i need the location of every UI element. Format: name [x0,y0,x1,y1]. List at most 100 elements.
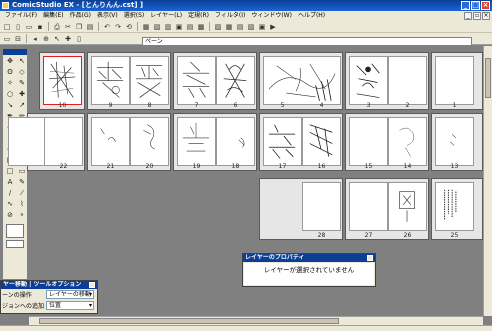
doc-restore-icon[interactable]: ▫ [473,12,481,20]
layer-panel-icon[interactable]: ▧ [246,22,256,32]
hand-icon[interactable]: ✚ [63,34,73,44]
page-thumbnail[interactable] [177,56,216,105]
doc-minimize-icon[interactable]: _ [464,12,472,20]
page-thumbnail[interactable] [435,117,474,166]
magic-wand-tool-icon[interactable]: ✧ [4,78,16,89]
page-view-icon[interactable]: ▭ [2,34,12,44]
paste-icon[interactable]: ▤ [85,22,95,32]
layer-icon[interactable]: ▧ [152,22,162,32]
menu-filter[interactable]: フィルタ(I) [212,11,248,21]
cut-icon[interactable]: ✂ [63,22,73,32]
shape-tool-icon[interactable]: □ [4,166,16,177]
select-pen-tool-icon[interactable]: ✎ [16,78,28,89]
new-file-icon[interactable]: □ [2,22,12,32]
page-thumbnail[interactable] [435,56,474,105]
maximize-icon[interactable]: □ [471,1,480,10]
panel-icon[interactable]: ▨ [213,22,223,32]
menu-layer[interactable]: レイヤー(L) [147,11,185,21]
page-thumbnail[interactable] [263,117,302,166]
horizontal-scroll-thumb[interactable] [39,318,339,324]
view-icon[interactable]: ▩ [196,22,206,32]
vertical-scrollbar[interactable] [483,46,492,316]
story-icon[interactable]: ▦ [224,22,234,32]
page-thumbnail[interactable] [44,117,83,166]
page-thumbnail[interactable] [349,182,388,231]
page-thumbnail[interactable] [91,56,130,105]
page-thumbnail[interactable] [91,117,130,166]
zoom-tool-icon[interactable]: ○ [4,89,16,100]
prev-arrow-icon[interactable]: ◂ [30,34,40,44]
page-thumbnail[interactable] [388,117,427,166]
page-thumbnail[interactable] [263,56,341,105]
page-thumbnail[interactable] [302,182,341,231]
page-thumbnail[interactable] [388,182,427,231]
page-thumbnail[interactable] [349,56,388,105]
rotate-tool-icon[interactable]: ↗ [16,100,28,111]
hand-tool-icon[interactable]: ✚ [16,89,28,100]
grid-icon[interactable]: ▦ [141,22,151,32]
new-page-icon[interactable]: ▯ [13,22,23,32]
play-icon[interactable]: ▶ [268,22,278,32]
spread-view-icon[interactable]: ⊟ [13,34,23,44]
text-tool-icon[interactable]: A [4,177,16,188]
object-select-tool-icon[interactable]: ↖ [16,56,28,67]
line-tool-icon[interactable]: ⁄ [16,188,28,199]
menu-select[interactable]: 選択(S) [121,11,148,21]
menu-file[interactable]: ファイル(F) [2,11,40,21]
eyedropper-tool-icon[interactable]: ↘ [4,100,16,111]
zoom-icon[interactable]: ⊕ [41,34,51,44]
ruler-icon[interactable]: ▤ [185,22,195,32]
tool-option-title[interactable]: ヤー移動 | ツールオプション [3,281,81,288]
color-swatch[interactable] [6,224,24,238]
page-thumbnail[interactable] [8,117,47,166]
close-icon[interactable] [89,282,95,288]
doc-close-icon[interactable]: × [482,12,490,20]
text-icon[interactable]: ▤ [235,22,245,32]
page-icon[interactable]: ▥ [163,22,173,32]
fit-icon[interactable]: ▯ [74,34,84,44]
print-icon[interactable]: ⎙ [52,22,62,32]
page-thumbnail[interactable] [349,117,388,166]
redo-icon[interactable]: ↷ [113,22,123,32]
menu-ruler[interactable]: 定規(R) [185,11,212,21]
frame-icon[interactable]: ▣ [174,22,184,32]
speed-line-tool-icon[interactable]: ⊘ [4,210,16,221]
menu-view[interactable]: 表示(V) [94,11,121,21]
ruler-tool-icon[interactable]: ∕ [4,188,16,199]
menu-work[interactable]: 作品(G) [67,11,94,21]
close-icon[interactable] [367,255,373,261]
page-thumbnail[interactable] [302,117,341,166]
horizontal-scrollbar[interactable] [29,316,483,325]
position-select[interactable]: 位置 [46,301,94,310]
undo-icon[interactable]: ↶ [102,22,112,32]
lasso-tool-icon[interactable]: ʘ [4,67,16,78]
page-thumbnail[interactable] [177,117,216,166]
tab-page[interactable]: ペーン [142,37,472,46]
page-thumbnail[interactable] [435,182,474,231]
move-layer-tool-icon[interactable]: ✥ [4,56,16,67]
scene-operation-select[interactable]: レイヤーの移動 [46,290,94,299]
vertical-scroll-thumb[interactable] [485,58,491,98]
copy-icon[interactable]: ❐ [74,22,84,32]
close-icon[interactable]: × [481,1,490,10]
rotate-icon[interactable]: ⟲ [124,22,134,32]
minimize-icon[interactable]: _ [461,1,470,10]
page-thumbnail[interactable] [130,117,169,166]
menu-edit[interactable]: 編集(E) [40,11,66,21]
properties-icon[interactable]: ▣ [257,22,267,32]
pointer-icon[interactable]: ↖ [52,34,62,44]
save-icon[interactable]: ▪ [35,22,45,32]
balloon-tool-icon[interactable]: ✎ [16,177,28,188]
page-thumbnail[interactable] [130,56,169,105]
polyline-tool-icon[interactable]: ⌇ [16,199,28,210]
page-thumbnail[interactable] [43,56,82,105]
page-thumbnail[interactable] [216,117,255,166]
focus-line-tool-icon[interactable]: ⚬ [16,210,28,221]
page-thumbnail[interactable] [216,56,255,105]
menu-help[interactable]: ヘルプ(H) [295,11,328,21]
rect-select-tool-icon[interactable]: ◇ [16,67,28,78]
open-icon[interactable]: ▭ [24,22,34,32]
page-thumbnail[interactable] [388,56,427,105]
menu-window[interactable]: ウィンドウ(W) [248,11,295,21]
curve-tool-icon[interactable]: ∿ [4,199,16,210]
